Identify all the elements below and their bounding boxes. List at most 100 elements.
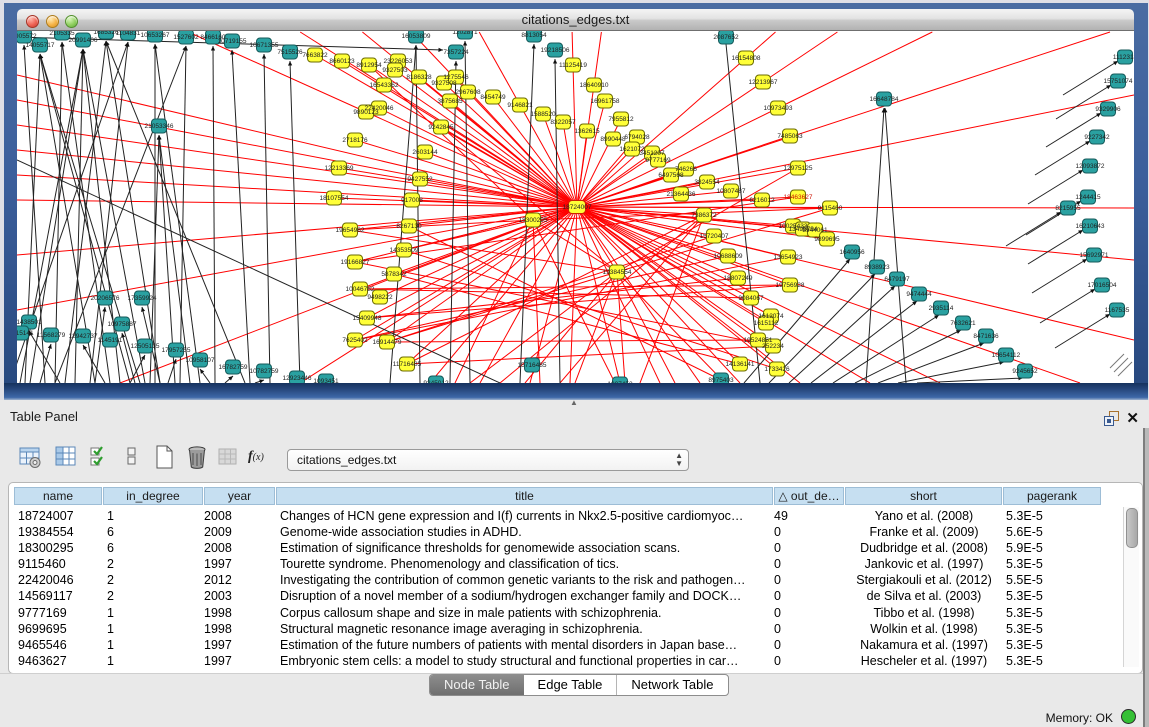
- svg-text:8975403: 8975403: [708, 377, 734, 383]
- svg-text:10671355: 10671355: [250, 42, 279, 49]
- svg-text:11125419: 11125419: [559, 62, 587, 69]
- svg-text:18107554: 18107554: [320, 195, 349, 202]
- svg-text:1588520: 1588520: [530, 111, 556, 118]
- svg-text:17359924: 17359924: [128, 295, 157, 302]
- svg-text:1733426: 1733426: [764, 366, 790, 373]
- svg-text:9329906: 9329906: [1095, 106, 1121, 113]
- svg-text:8267130: 8267130: [396, 223, 422, 230]
- svg-text:8471636: 8471636: [973, 333, 999, 340]
- svg-text:18807249: 18807249: [724, 275, 753, 282]
- svg-text:19166827: 19166827: [341, 259, 370, 266]
- svg-text:7663822: 7663822: [302, 52, 328, 59]
- svg-text:15751074: 15751074: [1104, 78, 1133, 85]
- svg-text:9890123: 9890123: [353, 109, 379, 116]
- svg-text:16648784: 16648784: [870, 96, 899, 103]
- svg-text:16053809: 16053809: [402, 33, 431, 40]
- svg-text:1145191: 1145191: [98, 337, 123, 344]
- svg-text:7625402: 7625402: [342, 337, 368, 344]
- svg-text:2935114: 2935114: [929, 305, 954, 312]
- svg-text:19384554: 19384554: [603, 269, 632, 276]
- svg-text:3824554: 3824554: [694, 179, 720, 186]
- svg-text:6497568: 6497568: [658, 172, 684, 179]
- svg-text:17957255: 17957255: [162, 347, 191, 354]
- svg-text:7386372: 7386372: [691, 212, 717, 219]
- svg-text:10975887: 10975887: [108, 321, 137, 328]
- svg-text:10653267: 10653267: [141, 32, 170, 39]
- svg-text:9146821: 9146821: [507, 102, 533, 109]
- svg-text:20991406: 20991406: [69, 37, 98, 44]
- svg-text:9899695: 9899695: [814, 236, 840, 243]
- svg-text:15409948: 15409948: [353, 315, 382, 322]
- svg-text:10654112: 10654112: [992, 352, 1021, 359]
- svg-text:3451207: 3451207: [639, 150, 665, 157]
- svg-text:917008: 917008: [401, 197, 423, 204]
- svg-text:23226053: 23226053: [384, 58, 413, 65]
- svg-text:21364436: 21364436: [667, 191, 696, 198]
- svg-text:8660123: 8660123: [329, 58, 355, 65]
- svg-text:16154808: 16154808: [732, 55, 761, 62]
- svg-text:6479197: 6479197: [884, 276, 910, 283]
- svg-text:3915141: 3915141: [17, 330, 34, 337]
- svg-text:1527602: 1527602: [173, 34, 199, 41]
- svg-text:1615112: 1615112: [754, 320, 779, 327]
- svg-text:9242845: 9242845: [428, 124, 454, 131]
- svg-text:7357224: 7357224: [443, 49, 469, 56]
- svg-text:9115460: 9115460: [818, 205, 843, 212]
- svg-text:18640910: 18640910: [580, 82, 609, 89]
- svg-text:9777169: 9777169: [645, 157, 671, 164]
- svg-text:7485063: 7485063: [777, 133, 803, 140]
- svg-text:6794028: 6794028: [624, 134, 650, 141]
- svg-text:8454749: 8454749: [480, 94, 506, 101]
- svg-text:9498222: 9498222: [367, 294, 393, 301]
- svg-text:9227342: 9227342: [1084, 134, 1110, 141]
- svg-text:18463627: 18463627: [784, 194, 813, 201]
- svg-text:8186328: 8186328: [406, 74, 432, 81]
- svg-text:10958107: 10958107: [186, 357, 215, 364]
- svg-text:7632621: 7632621: [950, 320, 976, 327]
- svg-text:14136141: 14136141: [726, 361, 755, 368]
- svg-text:1362615: 1362615: [574, 128, 600, 135]
- svg-text:9327503: 9327503: [382, 67, 408, 74]
- svg-text:1438501: 1438501: [17, 319, 42, 326]
- svg-text:8322057: 8322057: [550, 119, 576, 126]
- svg-text:16914479: 16914479: [373, 339, 402, 346]
- svg-text:10973493: 10973493: [764, 105, 793, 112]
- svg-text:16961758: 16961758: [591, 98, 620, 105]
- svg-text:252234: 252234: [762, 343, 784, 350]
- svg-text:1202871: 1202871: [452, 31, 478, 36]
- svg-text:15716485: 15716485: [518, 362, 547, 369]
- svg-text:8938923: 8938923: [864, 264, 890, 271]
- svg-text:8912954: 8912954: [356, 62, 382, 69]
- svg-text:9474444: 9474444: [906, 291, 932, 298]
- svg-text:13654923: 13654923: [774, 254, 803, 261]
- svg-text:19218506: 19218506: [541, 47, 570, 54]
- svg-text:19756928: 19756928: [776, 282, 805, 289]
- svg-text:15692971: 15692971: [1080, 252, 1109, 259]
- svg-text:9245652: 9245652: [1012, 368, 1038, 375]
- svg-text:7955812: 7955812: [608, 116, 634, 123]
- svg-text:3875685: 3875685: [437, 98, 463, 105]
- svg-text:16543362: 16543362: [370, 82, 399, 89]
- svg-text:10719155: 10719155: [218, 38, 247, 45]
- svg-text:21053346: 21053346: [145, 123, 174, 130]
- svg-text:1905572: 1905572: [17, 33, 37, 40]
- svg-text:7515526: 7515526: [277, 49, 303, 56]
- svg-text:14353509: 14353509: [390, 247, 419, 254]
- svg-text:9427552: 9427552: [407, 176, 433, 183]
- svg-text:1640956: 1640956: [839, 249, 865, 256]
- svg-text:1112318: 1112318: [1113, 54, 1134, 61]
- svg-text:16782759: 16782759: [219, 364, 248, 371]
- svg-text:6216012: 6216012: [749, 197, 775, 204]
- svg-text:12213967: 12213967: [749, 79, 778, 86]
- svg-text:10782759: 10782759: [250, 368, 279, 375]
- svg-text:8944061: 8944061: [802, 227, 828, 234]
- svg-text:5878342: 5878342: [381, 271, 407, 278]
- svg-text:2718176: 2718176: [342, 137, 368, 144]
- svg-text:10688609: 10688609: [714, 253, 743, 260]
- svg-text:1275546: 1275546: [443, 74, 469, 81]
- svg-text:12213369: 12213369: [325, 165, 354, 172]
- svg-text:9245012: 9245012: [423, 380, 449, 383]
- svg-text:1007453: 1007453: [607, 381, 633, 383]
- svg-text:11716485: 11716485: [393, 361, 422, 368]
- svg-text:1104831: 1104831: [116, 31, 141, 37]
